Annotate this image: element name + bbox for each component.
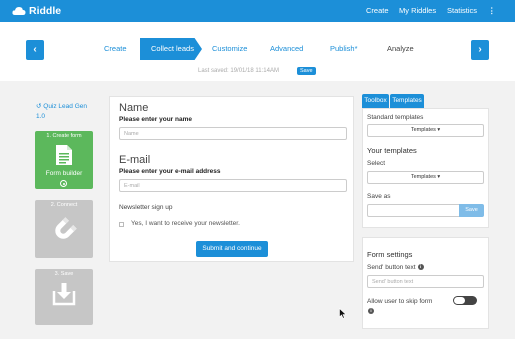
- step-create[interactable]: Create: [104, 44, 127, 53]
- download-box-icon: [52, 283, 76, 306]
- form-settings-heading: Form settings: [367, 250, 413, 259]
- newsletter-label[interactable]: Newsletter sign up: [119, 204, 172, 211]
- select-templates-dropdown[interactable]: Templates ▾: [367, 171, 484, 184]
- name-heading[interactable]: Name: [119, 102, 148, 114]
- tab-toolbox[interactable]: Toolbox: [362, 94, 389, 108]
- card-caption: 3. Save: [54, 271, 74, 277]
- tab-templates[interactable]: Templates: [390, 94, 424, 108]
- create-form-card[interactable]: 1. Create form Form builder: [35, 131, 93, 189]
- name-label[interactable]: Please enter your name: [119, 116, 192, 123]
- step-customize[interactable]: Customize: [212, 44, 247, 53]
- chevron-right-icon: ›: [478, 44, 482, 55]
- step-publish[interactable]: Publish*: [330, 44, 358, 53]
- last-saved-text: Last saved: 19/01/18 11:14AM: [198, 68, 279, 74]
- save-button[interactable]: Save: [297, 67, 316, 75]
- send-button-text-label: Send' button text i: [367, 264, 424, 271]
- email-heading[interactable]: E-mail: [119, 154, 150, 166]
- form-document-icon: [56, 145, 72, 165]
- step-bar: ‹ › Create Collect leads Customize Advan…: [0, 22, 515, 81]
- next-step-button[interactable]: ›: [471, 40, 489, 60]
- chevron-left-icon: ‹: [33, 44, 37, 55]
- email-input[interactable]: E-mail: [119, 179, 347, 192]
- save-template-button[interactable]: Save: [459, 204, 484, 217]
- nav-create[interactable]: Create: [366, 6, 389, 15]
- your-templates-heading: Your templates: [367, 146, 417, 155]
- mouse-cursor-icon: [339, 308, 347, 319]
- magnet-icon: [55, 217, 77, 239]
- skip-form-label: Allow user to skip form: [367, 298, 433, 305]
- card-caption: 1. Create form: [46, 133, 82, 139]
- radio-dot-icon: [60, 180, 67, 187]
- save-as-input[interactable]: [367, 204, 460, 217]
- name-input[interactable]: Name: [119, 127, 347, 140]
- nav-my-riddles[interactable]: My Riddles: [399, 6, 436, 15]
- send-button-text-label-text: Send' button text: [367, 264, 416, 271]
- submit-continue-button[interactable]: Submit and continue: [196, 241, 268, 257]
- top-navbar: Riddle Create My Riddles Statistics ⋮: [0, 0, 515, 22]
- newsletter-option-text[interactable]: Yes, I want to receive your newsletter.: [131, 220, 240, 227]
- send-button-text-input[interactable]: Send' button text: [367, 275, 484, 288]
- quiz-title: Quiz Lead Gen 1.0: [36, 103, 87, 120]
- newsletter-checkbox[interactable]: [119, 222, 124, 227]
- step-collect-leads[interactable]: Collect leads: [140, 38, 202, 60]
- cloud-logo-icon: [12, 7, 26, 15]
- email-label[interactable]: Please enter your e-mail address: [119, 168, 221, 175]
- kebab-menu-icon[interactable]: ⋮: [488, 6, 496, 15]
- riddle-logo[interactable]: Riddle: [12, 4, 61, 18]
- quiz-title-link[interactable]: ↺ Quiz Lead Gen 1.0: [36, 102, 96, 122]
- info-icon[interactable]: i: [417, 264, 424, 271]
- prev-step-button[interactable]: ‹: [26, 40, 44, 60]
- info-icon[interactable]: i: [368, 308, 374, 314]
- standard-templates-dropdown[interactable]: Templates ▾: [367, 124, 484, 137]
- save-card[interactable]: 3. Save: [35, 269, 93, 325]
- card-caption: 2. Connect: [50, 202, 78, 208]
- connect-card[interactable]: 2. Connect: [35, 200, 93, 258]
- brand-name: Riddle: [29, 5, 62, 17]
- step-analyze[interactable]: Analyze: [387, 44, 414, 53]
- nav-statistics[interactable]: Statistics: [447, 6, 477, 15]
- step-advanced[interactable]: Advanced: [270, 44, 303, 53]
- save-as-label: Save as: [367, 193, 391, 200]
- skip-form-toggle[interactable]: [453, 296, 477, 305]
- card-subtitle: Form builder: [45, 170, 83, 177]
- select-label: Select: [367, 160, 386, 167]
- standard-templates-label: Standard templates: [367, 114, 424, 121]
